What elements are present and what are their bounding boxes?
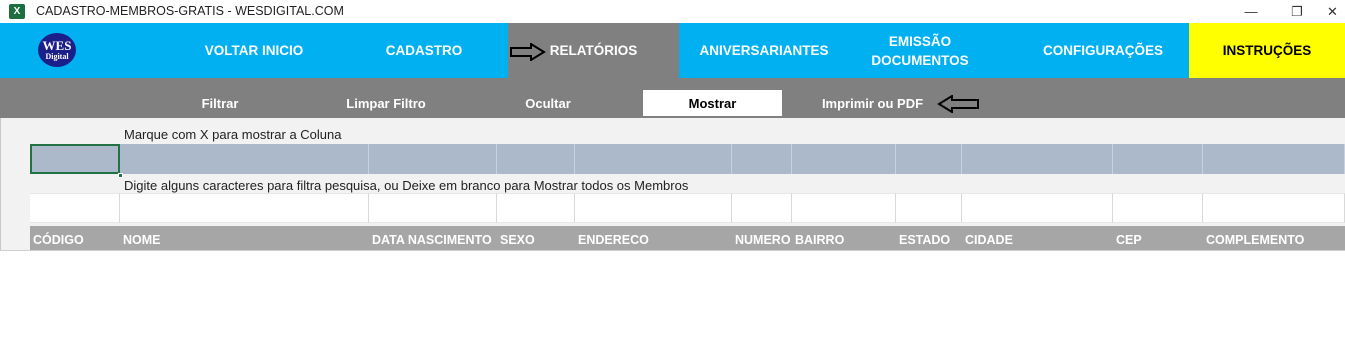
results-area [0, 250, 1345, 351]
checkbox-cell-estado[interactable] [896, 144, 962, 174]
checkbox-cell-nome[interactable] [120, 144, 369, 174]
column-header-cidade: CIDADE [965, 233, 1013, 247]
fill-handle[interactable] [118, 173, 123, 178]
logo-line-2: Digital [45, 51, 69, 61]
nav-voltar-inicio[interactable]: VOLTAR INICIO [168, 23, 340, 78]
close-button[interactable]: ✕ [1320, 0, 1345, 23]
arrow-right-icon [510, 43, 546, 61]
checkbox-cell-sexo[interactable] [497, 144, 575, 174]
window-title: CADASTRO-MEMBROS-GRATIS - WESDIGITAL.COM [36, 4, 344, 18]
arrow-left-icon [937, 95, 979, 113]
column-header-cep: CEP [1116, 233, 1142, 247]
filter-input-cidade[interactable] [962, 193, 1113, 223]
checkbox-cell-endereco[interactable] [575, 144, 732, 174]
filter-input-bairro[interactable] [792, 193, 896, 223]
checkbox-cell-codigo[interactable] [30, 144, 123, 178]
filter-input-data-nascimento[interactable] [369, 193, 497, 223]
window-titlebar: X CADASTRO-MEMBROS-GRATIS - WESDIGITAL.C… [0, 0, 1345, 23]
filter-input-complemento[interactable] [1203, 193, 1345, 223]
checkbox-cell-data-nascimento[interactable] [369, 144, 497, 174]
column-header-estado: ESTADO [899, 233, 951, 247]
show-column-checkbox-row [30, 144, 1345, 178]
main-nav: WES Digital VOLTAR INICIO CADASTRO RELAT… [0, 23, 1345, 78]
mostrar-button[interactable]: Mostrar [643, 90, 782, 116]
checkbox-cell-complemento[interactable] [1203, 144, 1345, 174]
nav-configuracoes[interactable]: CONFIGURAÇÕES [1018, 23, 1188, 78]
filter-input-numero[interactable] [732, 193, 792, 223]
restore-button[interactable]: ❐ [1274, 0, 1320, 23]
wes-digital-logo: WES Digital [38, 33, 76, 67]
column-header-data-nascimento: DATA NASCIMENTO [372, 233, 492, 247]
table-header: CÓDIGO NOME DATA NASCIMENTO SEXO ENDEREC… [30, 226, 1345, 250]
show-columns-instruction: Marque com X para mostrar a Coluna [124, 127, 342, 142]
column-header-sexo: SEXO [500, 233, 535, 247]
checkbox-cell-bairro[interactable] [792, 144, 896, 174]
column-header-nome: NOME [123, 233, 161, 247]
checkbox-cell-cep[interactable] [1113, 144, 1203, 174]
logo-line-1: WES [42, 37, 72, 53]
nav-aniversariantes[interactable]: ANIVERSARIANTES [679, 23, 849, 78]
filter-input-nome[interactable] [120, 193, 369, 223]
excel-icon: X [9, 4, 25, 19]
minimize-button[interactable]: — [1228, 0, 1274, 23]
filter-instruction: Digite alguns caracteres para filtra pes… [124, 178, 689, 193]
filter-input-estado[interactable] [896, 193, 962, 223]
checkbox-cell-cidade[interactable] [962, 144, 1113, 174]
column-header-numero: NUMERO [735, 233, 791, 247]
nav-cadastro[interactable]: CADASTRO [340, 23, 508, 78]
column-header-complemento: COMPLEMENTO [1206, 233, 1305, 247]
checkbox-cell-numero[interactable] [732, 144, 792, 174]
limpar-filtro-button[interactable]: Limpar Filtro [326, 90, 446, 116]
filter-input-row [30, 193, 1345, 223]
action-bar: Filtrar Limpar Filtro Ocultar Mostrar Im… [0, 78, 1345, 118]
column-header-bairro: BAIRRO [795, 233, 845, 247]
ocultar-button[interactable]: Ocultar [488, 90, 608, 116]
filter-input-endereco[interactable] [575, 193, 732, 223]
nav-instrucoes[interactable]: INSTRUÇÕES [1189, 23, 1345, 78]
filter-input-sexo[interactable] [497, 193, 575, 223]
filter-input-cep[interactable] [1113, 193, 1203, 223]
filter-input-codigo[interactable] [30, 193, 120, 223]
column-header-endereco: ENDERECO [578, 233, 649, 247]
filtrar-button[interactable]: Filtrar [160, 90, 280, 116]
nav-emissao-documentos[interactable]: EMISSÃO DOCUMENTOS [866, 23, 974, 78]
column-header-codigo: CÓDIGO [33, 233, 84, 247]
imprimir-pdf-button[interactable]: Imprimir ou PDF [810, 90, 935, 116]
